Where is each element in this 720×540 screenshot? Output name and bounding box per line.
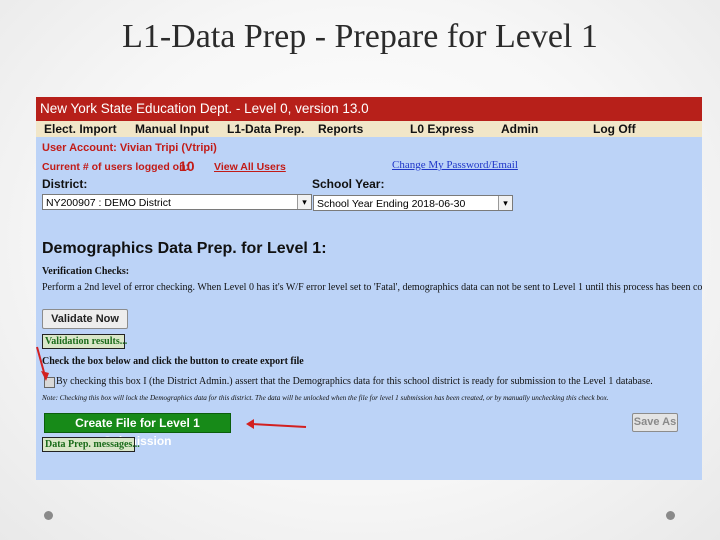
district-select-value: NY200907 : DEMO District xyxy=(46,197,171,209)
users-logged-count: 10 xyxy=(179,158,195,174)
school-year-select[interactable]: School Year Ending 2018-06-30 ▾ xyxy=(313,195,513,211)
confirm-checkbox-label: By checking this box I (the District Adm… xyxy=(56,376,653,387)
save-as-button[interactable]: Save As xyxy=(632,413,678,432)
menu-reports[interactable]: Reports xyxy=(318,121,363,137)
district-select[interactable]: NY200907 : DEMO District ▾ xyxy=(42,194,312,210)
users-logged-label: Current # of users logged on: xyxy=(42,161,190,173)
district-label: District: xyxy=(42,177,88,191)
change-password-link[interactable]: Change My Password/Email xyxy=(392,159,518,171)
school-year-label: School Year: xyxy=(312,177,385,191)
app-screenshot: New York State Education Dept. - Level 0… xyxy=(36,97,702,480)
lock-note: Note: Checking this box will lock the De… xyxy=(42,394,609,402)
validation-results-button[interactable]: Validation results... xyxy=(42,334,127,349)
menu-admin[interactable]: Admin xyxy=(501,121,538,137)
bullet-icon xyxy=(666,511,675,520)
section-heading: Demographics Data Prep. for Level 1: xyxy=(42,240,327,257)
menu-l0-express[interactable]: L0 Express xyxy=(410,121,474,137)
data-prep-messages-button[interactable]: Data Prep. messages... xyxy=(42,437,140,452)
app-title-bar: New York State Education Dept. - Level 0… xyxy=(36,97,702,121)
view-all-users-link[interactable]: View All Users xyxy=(214,161,286,173)
verification-label: Verification Checks: xyxy=(42,266,130,277)
check-instruction: Check the box below and click the button… xyxy=(42,356,304,367)
bullet-icon xyxy=(44,511,53,520)
menu-manual-input[interactable]: Manual Input xyxy=(135,121,209,137)
create-file-button[interactable]: Create File for Level 1 Submission xyxy=(44,413,231,448)
slide-title: L1-Data Prep - Prepare for Level 1 xyxy=(122,18,598,55)
menu-log-off[interactable]: Log Off xyxy=(593,121,636,137)
dropdown-arrow-icon: ▾ xyxy=(498,196,512,210)
menu-elect-import[interactable]: Elect. Import xyxy=(44,121,117,137)
school-year-select-value: School Year Ending 2018-06-30 xyxy=(317,198,466,210)
verification-text: Perform a 2nd level of error checking. W… xyxy=(42,282,702,293)
dropdown-arrow-icon: ▾ xyxy=(297,195,311,209)
menu-bar: Elect. Import Manual Input L1-Data Prep.… xyxy=(36,121,702,137)
confirm-checkbox[interactable] xyxy=(44,377,55,388)
validate-now-button[interactable]: Validate Now xyxy=(42,309,128,329)
menu-l1-data-prep[interactable]: L1-Data Prep. xyxy=(227,121,304,137)
user-account: User Account: Vivian Tripi (Vtripi) xyxy=(42,142,217,154)
